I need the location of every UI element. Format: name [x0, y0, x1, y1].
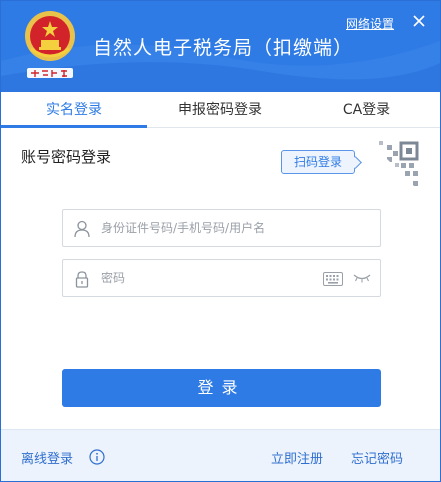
- header-banner: 自然人电子税务局（扣缴端） 网络设置: [1, 1, 440, 92]
- section-title: 账号密码登录: [21, 148, 112, 166]
- login-button[interactable]: 登录: [62, 369, 381, 407]
- forgot-password-link[interactable]: 忘记密码: [351, 448, 403, 467]
- username-field: [62, 209, 381, 247]
- offline-login-link[interactable]: 离线登录: [21, 448, 73, 467]
- info-icon[interactable]: [89, 449, 105, 465]
- national-emblem-icon: [25, 11, 75, 61]
- login-window: 自然人电子税务局（扣缴端） 网络设置 实名登录 申报密码登录 CA登录 账号密码…: [0, 0, 441, 482]
- eye-closed-icon[interactable]: [353, 273, 371, 283]
- user-icon: [74, 220, 90, 238]
- tab-ca-login[interactable]: CA登录: [293, 92, 440, 128]
- password-input[interactable]: [101, 261, 341, 295]
- username-input[interactable]: [101, 211, 341, 245]
- virtual-keyboard-icon[interactable]: [323, 272, 343, 286]
- close-icon[interactable]: [411, 13, 427, 29]
- lock-icon: [75, 271, 89, 288]
- tab-declaration-password-login[interactable]: 申报密码登录: [147, 92, 293, 128]
- password-field: [62, 259, 381, 297]
- footer-bar: 离线登录 立即注册 忘记密码: [1, 429, 440, 481]
- tab-real-name-login[interactable]: 实名登录: [1, 92, 147, 128]
- network-settings-link[interactable]: 网络设置: [346, 15, 394, 32]
- tax-bureau-logo-text: [27, 68, 73, 78]
- scan-login-button[interactable]: 扫码登录: [281, 150, 355, 174]
- login-tabs: 实名登录 申报密码登录 CA登录: [1, 92, 440, 128]
- active-tab-indicator: [1, 125, 147, 128]
- register-link[interactable]: 立即注册: [271, 448, 323, 467]
- qr-code-icon[interactable]: [367, 139, 423, 195]
- app-title: 自然人电子税务局（扣缴端）: [93, 37, 354, 59]
